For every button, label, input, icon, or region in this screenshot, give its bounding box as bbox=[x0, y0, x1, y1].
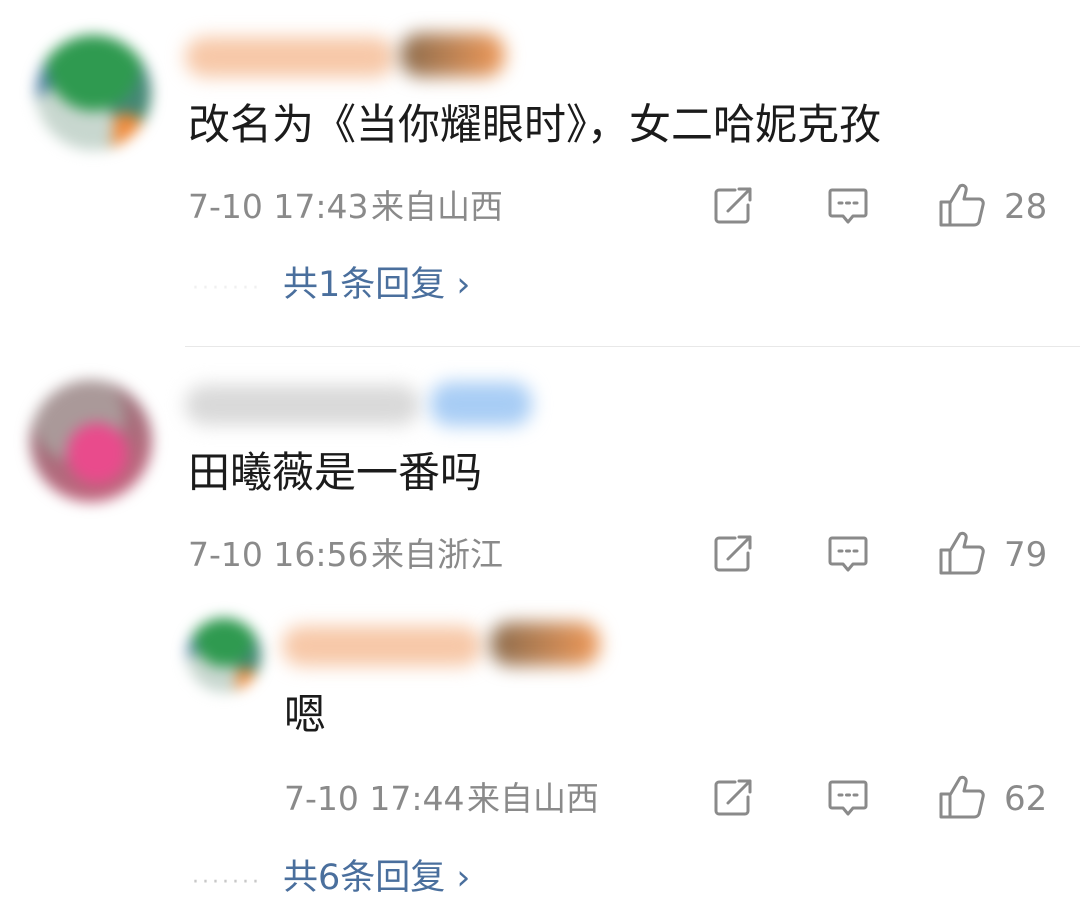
avatar[interactable] bbox=[187, 618, 261, 692]
like-icon[interactable] bbox=[938, 774, 986, 820]
comment-location: 来自浙江 bbox=[371, 535, 503, 574]
share-icon[interactable] bbox=[713, 778, 755, 818]
user-badge-blurred bbox=[490, 622, 600, 666]
reply-indent-marker: ······· bbox=[192, 276, 262, 301]
username-blurred[interactable] bbox=[185, 385, 420, 425]
user-badge-blurred bbox=[430, 382, 532, 426]
comment-text: 改名为《当你耀眼时》，女二哈妮克孜 bbox=[188, 100, 882, 149]
share-icon[interactable] bbox=[713, 186, 755, 226]
like-count: 62 bbox=[1004, 779, 1048, 819]
like-icon[interactable] bbox=[938, 530, 986, 576]
comment-time: 7-10 17:43 bbox=[188, 187, 369, 226]
comment-location: 来自山西 bbox=[371, 187, 503, 226]
comment-text: 田曦薇是一番吗 bbox=[188, 448, 483, 497]
like-count: 28 bbox=[1004, 187, 1048, 227]
view-replies-link[interactable]: 共1条回复 › bbox=[283, 268, 470, 303]
username-blurred[interactable] bbox=[185, 37, 395, 77]
like-count: 79 bbox=[1004, 535, 1048, 575]
reply-location: 来自山西 bbox=[467, 779, 599, 818]
comment-time: 7-10 16:56 bbox=[188, 535, 369, 574]
comment-icon[interactable] bbox=[827, 535, 869, 575]
view-replies-link[interactable]: 共6条回复 › bbox=[283, 861, 470, 896]
avatar[interactable] bbox=[36, 35, 151, 150]
comment-icon[interactable] bbox=[827, 779, 869, 819]
reply-text: 嗯 bbox=[284, 690, 327, 739]
avatar[interactable] bbox=[30, 380, 152, 502]
username-blurred[interactable] bbox=[282, 626, 482, 666]
reply-indent-marker: ······· bbox=[192, 870, 262, 895]
like-icon[interactable] bbox=[938, 182, 986, 228]
share-icon[interactable] bbox=[713, 534, 755, 574]
user-badge-blurred bbox=[400, 33, 505, 77]
reply-time: 7-10 17:44 bbox=[284, 779, 465, 818]
comment-divider bbox=[185, 346, 1080, 347]
comment-icon[interactable] bbox=[827, 187, 869, 227]
